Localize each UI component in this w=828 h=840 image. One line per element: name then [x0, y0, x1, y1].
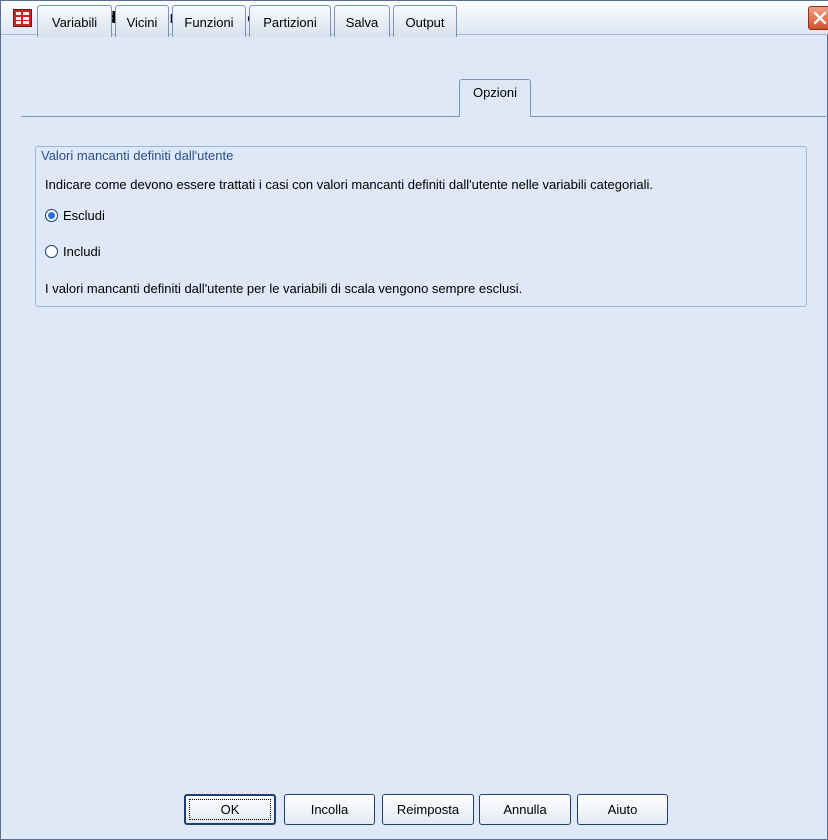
tab-salva[interactable]: Salva: [334, 5, 390, 37]
cancel-button[interactable]: Annulla: [479, 794, 571, 825]
missing-values-legend: Valori mancanti definiti dall'utente: [39, 148, 237, 163]
tab-output[interactable]: Output: [393, 5, 457, 37]
tab-variabili[interactable]: Variabili: [37, 5, 112, 37]
tab-partizioni[interactable]: Partizioni: [249, 5, 331, 37]
ok-button[interactable]: OK: [184, 794, 276, 825]
radio-button-checked[interactable]: [45, 208, 58, 222]
missing-values-description: Indicare come devono essere trattati i c…: [45, 177, 654, 192]
radio-includi[interactable]: Includi: [45, 241, 101, 261]
radio-escludi-label: Escludi: [63, 207, 105, 223]
reset-button[interactable]: Reimposta: [382, 794, 474, 825]
nearest-neighbor-dialog: Analisi del vicino più vicino Variabili …: [0, 0, 828, 840]
close-icon: [813, 11, 827, 25]
tab-vicini[interactable]: Vicini: [115, 5, 169, 37]
radio-includi-label: Includi: [63, 243, 101, 259]
focus-ring: [189, 799, 271, 820]
radio-escludi[interactable]: Escludi: [45, 205, 105, 225]
radio-button[interactable]: [45, 244, 58, 258]
table-icon: [13, 9, 32, 27]
paste-button[interactable]: Incolla: [284, 794, 375, 825]
help-button[interactable]: Aiuto: [577, 794, 668, 825]
tab-funzioni[interactable]: Funzioni: [172, 5, 246, 37]
close-button[interactable]: [808, 6, 828, 30]
tab-divider: [21, 116, 828, 117]
scale-variables-note: I valori mancanti definiti dall'utente p…: [45, 281, 523, 296]
tab-opzioni[interactable]: Opzioni: [459, 79, 531, 117]
